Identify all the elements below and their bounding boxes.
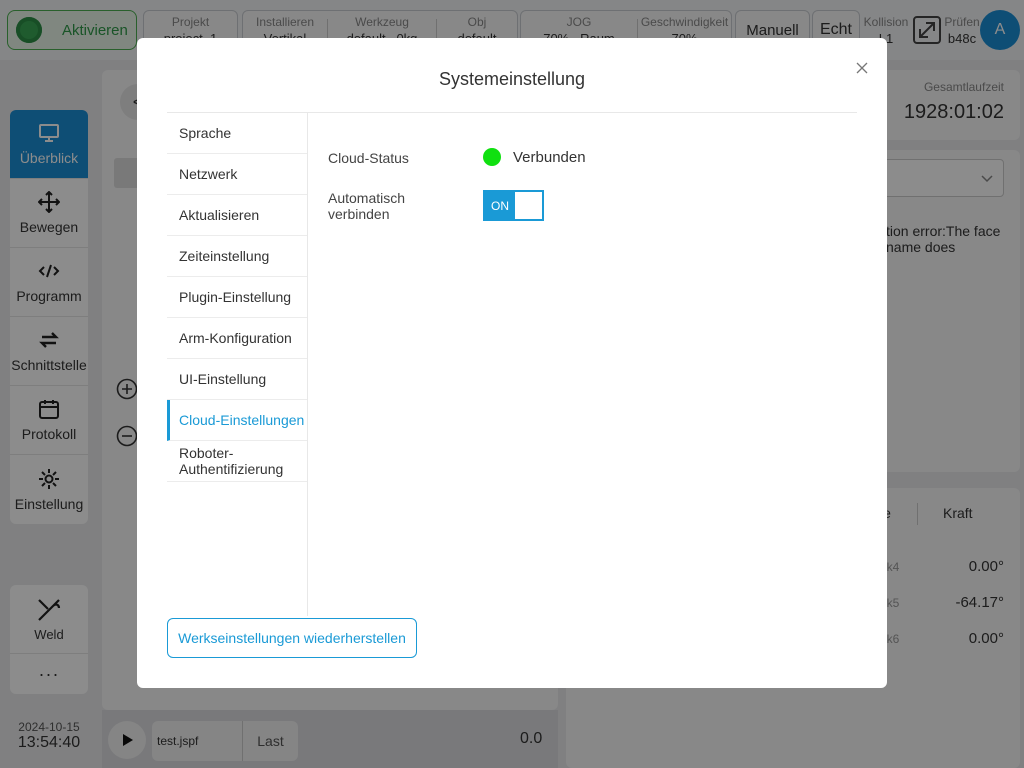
menu-item-language[interactable]: Sprache bbox=[167, 113, 307, 154]
menu-divider bbox=[307, 113, 308, 616]
menu-item-ui[interactable]: UI-Einstellung bbox=[167, 359, 307, 400]
menu-item-plugin[interactable]: Plugin-Einstellung bbox=[167, 277, 307, 318]
auto-connect-toggle[interactable]: ON bbox=[483, 190, 544, 221]
system-settings-dialog: Systemeinstellung Sprache Netzwerk Aktua… bbox=[137, 38, 887, 688]
toggle-on-label: ON bbox=[485, 192, 515, 219]
close-icon[interactable] bbox=[853, 59, 871, 77]
menu-item-network[interactable]: Netzwerk bbox=[167, 154, 307, 195]
menu-item-time[interactable]: Zeiteinstellung bbox=[167, 236, 307, 277]
cloud-status-value: Verbunden bbox=[513, 149, 586, 166]
auto-connect-label: Automatisch verbinden bbox=[328, 190, 406, 222]
cloud-status-label: Cloud-Status bbox=[328, 150, 409, 166]
connected-status-icon bbox=[483, 148, 501, 166]
restore-defaults-button[interactable]: Werkseinstellungen wiederherstellen bbox=[167, 618, 417, 658]
menu-item-arm-config[interactable]: Arm-Konfiguration bbox=[167, 318, 307, 359]
menu-item-robot-auth[interactable]: Roboter-Authentifizierung bbox=[167, 441, 307, 482]
menu-item-update[interactable]: Aktualisieren bbox=[167, 195, 307, 236]
menu-item-cloud[interactable]: Cloud-Einstellungen bbox=[167, 400, 307, 441]
dialog-title: Systemeinstellung bbox=[438, 69, 586, 89]
